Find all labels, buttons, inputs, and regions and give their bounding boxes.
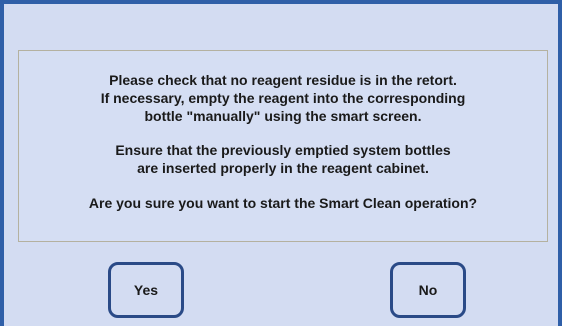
yes-button[interactable]: Yes — [108, 262, 184, 318]
confirmation-dialog: Please check that no reagent residue is … — [0, 0, 562, 326]
no-button[interactable]: No — [390, 262, 466, 318]
confirmation-question: Are you sure you want to start the Smart… — [88, 195, 478, 211]
message-line-3: bottle "manually" using the smart screen… — [144, 108, 422, 124]
message-line-4: Ensure that the previously emptied syste… — [115, 142, 451, 158]
message-line-5: are inserted properly in the reagent cab… — [137, 160, 429, 176]
message-line-2: If necessary, empty the reagent into the… — [100, 90, 466, 106]
message-panel: Please check that no reagent residue is … — [18, 50, 548, 242]
message-line-1: Please check that no reagent residue is … — [109, 72, 457, 88]
